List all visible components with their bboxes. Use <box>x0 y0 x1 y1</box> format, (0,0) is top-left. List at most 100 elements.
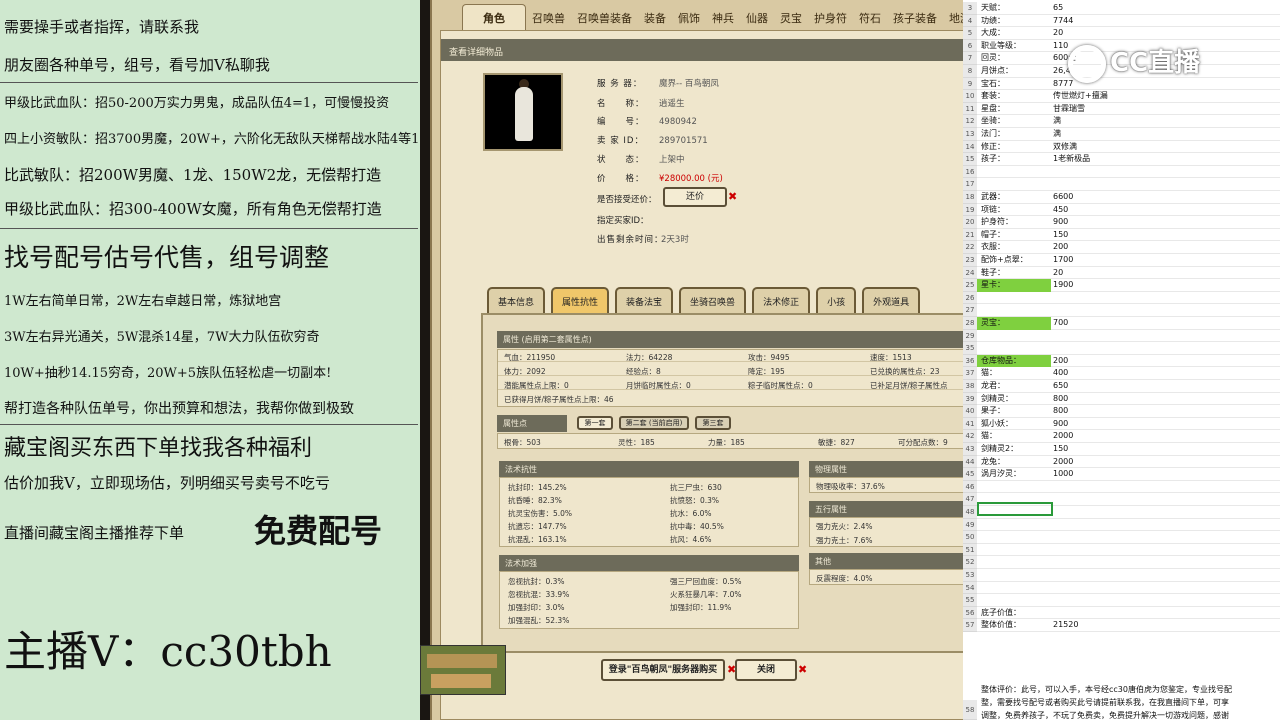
row-number: 56 <box>963 606 977 620</box>
cell-label[interactable]: 帽子： <box>981 229 1005 242</box>
cell-label[interactable]: 剑精灵2： <box>981 443 1018 456</box>
cell-value[interactable]: 800 <box>1053 393 1068 406</box>
tab-role[interactable]: 角色 <box>462 4 526 30</box>
boost-cell: 忽视抗封：0.3% <box>508 577 565 586</box>
cell-value[interactable]: 7744 <box>1053 15 1073 28</box>
cell-value[interactable]: 150 <box>1053 443 1068 456</box>
tab-rune[interactable]: 符石 <box>853 4 887 30</box>
cell-label[interactable]: 星卡： <box>981 279 1005 292</box>
subtab-child[interactable]: 小孩 <box>816 287 857 313</box>
cell-value[interactable]: 1000 <box>1053 468 1073 481</box>
cell-label[interactable]: 天赋： <box>981 2 1005 15</box>
cell-label[interactable]: 整体价值： <box>981 619 1021 632</box>
sheet-row <box>977 430 1280 443</box>
tab-amulet[interactable]: 护身符 <box>808 4 853 30</box>
subtab-equip-treasure[interactable]: 装备法宝 <box>615 287 674 313</box>
close-button[interactable]: 关闭 <box>735 659 797 681</box>
cell-label[interactable]: 猫： <box>981 367 997 380</box>
attr-set-1-button[interactable]: 第一套 <box>577 416 613 430</box>
subtab-basic-info[interactable]: 基本信息 <box>487 287 546 313</box>
attr-set-2-button[interactable]: 第二套 (当前启用) <box>619 416 689 430</box>
subtab-spell-mod[interactable]: 法术修正 <box>752 287 811 313</box>
cell-value[interactable]: 2000 <box>1053 456 1073 469</box>
cell-label[interactable]: 回灵： <box>981 52 1005 65</box>
promo-line: 甲级比武血队：招50-200万实力男鬼，成品队伍4=1，可慢慢投资 <box>4 96 390 111</box>
cell-label[interactable]: 套装： <box>981 90 1005 103</box>
cell-value[interactable]: 650 <box>1053 380 1068 393</box>
cell-value[interactable]: 65 <box>1053 2 1063 15</box>
cell-value[interactable]: 20 <box>1053 267 1063 280</box>
cell-value[interactable]: 21520 <box>1053 619 1078 632</box>
cell-label[interactable]: 灵宝： <box>981 317 1005 330</box>
tab-equip[interactable]: 装备 <box>638 4 672 30</box>
tab-spirit-treasure[interactable]: 灵宝 <box>774 4 808 30</box>
cell-label[interactable]: 涡月汐灵： <box>981 468 1021 481</box>
cell-label[interactable]: 鞋子： <box>981 267 1005 280</box>
cell-value[interactable]: 400 <box>1053 367 1068 380</box>
cell-value[interactable]: 450 <box>1053 204 1068 217</box>
counter-offer-button[interactable]: 还价 <box>663 187 727 207</box>
sheet-row <box>977 229 1280 242</box>
tab-divine-weapon[interactable]: 神兵 <box>706 4 740 30</box>
cell-value[interactable]: 双修满 <box>1053 141 1077 154</box>
cell-value[interactable]: 900 <box>1053 216 1068 229</box>
cell-value[interactable]: 110 <box>1053 40 1068 53</box>
row-number: 7 <box>963 52 977 65</box>
subtab-mount-summon[interactable]: 坐骑召唤兽 <box>679 287 747 313</box>
buy-on-server-button[interactable]: 登录"百鸟朝凤"服务器购买 <box>601 659 725 681</box>
cell-value[interactable]: 150 <box>1053 229 1068 242</box>
row-number: 13 <box>963 128 977 141</box>
row-number: 41 <box>963 417 977 431</box>
cell-label[interactable]: 孩子： <box>981 153 1005 166</box>
cell-label[interactable]: 坐骑： <box>981 115 1005 128</box>
tab-child-equip[interactable]: 孩子装备 <box>887 4 943 30</box>
cell-label[interactable]: 法门： <box>981 128 1005 141</box>
cell-value[interactable]: 甘霖瑞雪 <box>1053 103 1085 116</box>
cell-label[interactable]: 护身符： <box>981 216 1013 229</box>
cell-label[interactable]: 衣服： <box>981 241 1005 254</box>
cell-value[interactable]: 满 <box>1053 128 1061 141</box>
cell-label[interactable]: 配饰+点翠： <box>981 254 1028 267</box>
row-number: 5 <box>963 27 977 40</box>
cell-value[interactable]: 20 <box>1053 27 1063 40</box>
cell-label[interactable]: 龙君： <box>981 380 1005 393</box>
cell-value[interactable]: 700 <box>1053 317 1068 330</box>
cell-label[interactable]: 龙兔： <box>981 456 1005 469</box>
cell-value[interactable]: 200 <box>1053 355 1068 368</box>
cell-label[interactable]: 果子： <box>981 405 1005 418</box>
cell-label[interactable]: 狐小妖： <box>981 418 1013 431</box>
cell-label[interactable]: 仓库物品： <box>981 355 1021 368</box>
selected-cell[interactable] <box>977 502 1053 516</box>
cell-label[interactable]: 月饼点： <box>981 65 1013 78</box>
cell-label[interactable]: 武器： <box>981 191 1005 204</box>
cell-label[interactable]: 底子价值： <box>981 607 1021 620</box>
cell-value[interactable]: 满 <box>1053 115 1061 128</box>
cell-value[interactable]: 1900 <box>1053 279 1073 292</box>
cell-label[interactable]: 修正： <box>981 141 1005 154</box>
cell-label[interactable]: 项链： <box>981 204 1005 217</box>
attr-set-3-button[interactable]: 第三套 <box>695 416 731 430</box>
tab-summon-equip[interactable]: 召唤兽装备 <box>571 4 638 30</box>
resist-cell: 抗灵宝伤害：5.0% <box>508 509 573 518</box>
sheet-row <box>977 619 1280 632</box>
cell-label[interactable]: 职业等级： <box>981 40 1021 53</box>
cell-value[interactable]: 800 <box>1053 405 1068 418</box>
cell-label[interactable]: 猫： <box>981 430 997 443</box>
tab-more[interactable]: 地游星 <box>943 4 963 30</box>
cell-value[interactable]: 2000 <box>1053 430 1073 443</box>
cell-label[interactable]: 功绩： <box>981 15 1005 28</box>
cell-value[interactable]: 200 <box>1053 241 1068 254</box>
tab-immortal-item[interactable]: 仙器 <box>740 4 774 30</box>
cell-label[interactable]: 星盘： <box>981 103 1005 116</box>
subtab-appearance[interactable]: 外观道具 <box>862 287 921 313</box>
cell-label[interactable]: 剑精灵： <box>981 393 1013 406</box>
cell-label[interactable]: 宝石： <box>981 78 1005 91</box>
cell-label[interactable]: 大成： <box>981 27 1005 40</box>
tab-accessory[interactable]: 佩饰 <box>672 4 706 30</box>
tab-summon[interactable]: 召唤兽 <box>526 4 571 30</box>
cell-value[interactable]: 6600 <box>1053 191 1073 204</box>
cell-value[interactable]: 1700 <box>1053 254 1073 267</box>
cell-value[interactable]: 1老新极品 <box>1053 153 1090 166</box>
subtab-attributes[interactable]: 属性抗性 <box>551 287 610 313</box>
cell-value[interactable]: 900 <box>1053 418 1068 431</box>
